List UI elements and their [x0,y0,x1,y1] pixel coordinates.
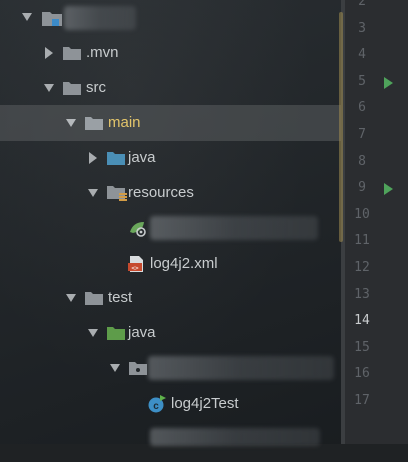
tree-item-java-source[interactable]: java [0,140,345,176]
line-number: 12 [354,260,370,275]
tree-item-src[interactable]: src [0,70,345,106]
tree-item-java-test[interactable]: java [0,315,345,351]
spring-config-icon [127,210,149,246]
chevron-down-icon[interactable] [86,175,100,211]
tree-item-label: .mvn [86,44,119,61]
line-number: 6 [358,100,366,116]
run-gutter-icon[interactable] [384,183,393,196]
line-number: 8 [358,153,366,169]
chevron-right-icon[interactable] [42,35,56,71]
blurred-package-name [148,356,334,380]
line-number: 14 [354,313,370,329]
tree-item-label: src [86,79,106,96]
chevron-right-icon[interactable] [86,140,100,176]
tree-item-config-file[interactable] [0,210,345,246]
tree-item-resources[interactable]: resources [0,175,345,211]
line-number: 15 [354,339,370,355]
line-number: 3 [358,20,366,36]
tree-item-mvn[interactable]: .mvn [0,35,345,71]
tree-item-label: log4j2.xml [150,255,218,272]
blurred-file-name [150,216,318,240]
tree-item-label: java [128,324,156,341]
line-number: 7 [358,127,366,142]
package-icon [128,350,148,386]
chevron-down-icon[interactable] [64,280,78,316]
resources-folder-icon [106,175,128,211]
svg-text:c: c [153,401,159,412]
tree-item-label: resources [128,184,194,201]
line-number: 5 [358,73,366,89]
tree-item-log4j2test[interactable]: c log4j2Test [0,386,345,422]
project-tree: .mvn src main java resources <> log4j2.x… [0,0,345,446]
run-gutter-icon[interactable] [384,76,393,89]
blurred-file-name [150,428,320,446]
chevron-down-icon[interactable] [42,70,56,106]
line-number: 11 [354,233,370,249]
chevron-down-icon[interactable] [86,315,100,351]
line-number: 17 [354,393,370,408]
tree-item-label: java [128,149,156,166]
tree-item-partial[interactable] [0,426,345,462]
line-number: 10 [354,206,370,222]
line-number: 16 [354,366,370,382]
source-folder-icon [106,140,126,176]
xml-file-icon: <> [126,246,146,282]
tree-item-test[interactable]: test [0,280,345,316]
svg-text:<>: <> [131,265,139,272]
tree-item-label: test [108,289,133,306]
line-number: 13 [354,286,370,302]
line-number: 2 [358,0,366,9]
tree-item-project-root[interactable] [0,0,345,36]
folder-icon [62,70,82,106]
folder-icon [62,35,82,71]
line-number: 9 [358,180,366,196]
test-class-icon: c [147,386,167,422]
chevron-down-icon[interactable] [20,0,34,36]
chevron-down-icon[interactable] [64,105,78,141]
vertical-scrollbar[interactable] [339,12,343,242]
folder-icon [84,105,104,141]
tree-item-log4j2-xml[interactable]: <> log4j2.xml [0,246,345,282]
tree-item-label: main [108,114,141,131]
tree-item-package[interactable] [0,350,345,386]
test-source-folder-icon [106,315,126,351]
tree-item-label: log4j2Test [171,395,239,412]
module-folder-icon [40,0,64,36]
folder-icon [84,280,104,316]
blurred-project-name [64,6,136,30]
tree-item-main[interactable]: main [0,105,345,141]
line-number: 4 [358,47,366,63]
chevron-down-icon[interactable] [108,350,122,386]
